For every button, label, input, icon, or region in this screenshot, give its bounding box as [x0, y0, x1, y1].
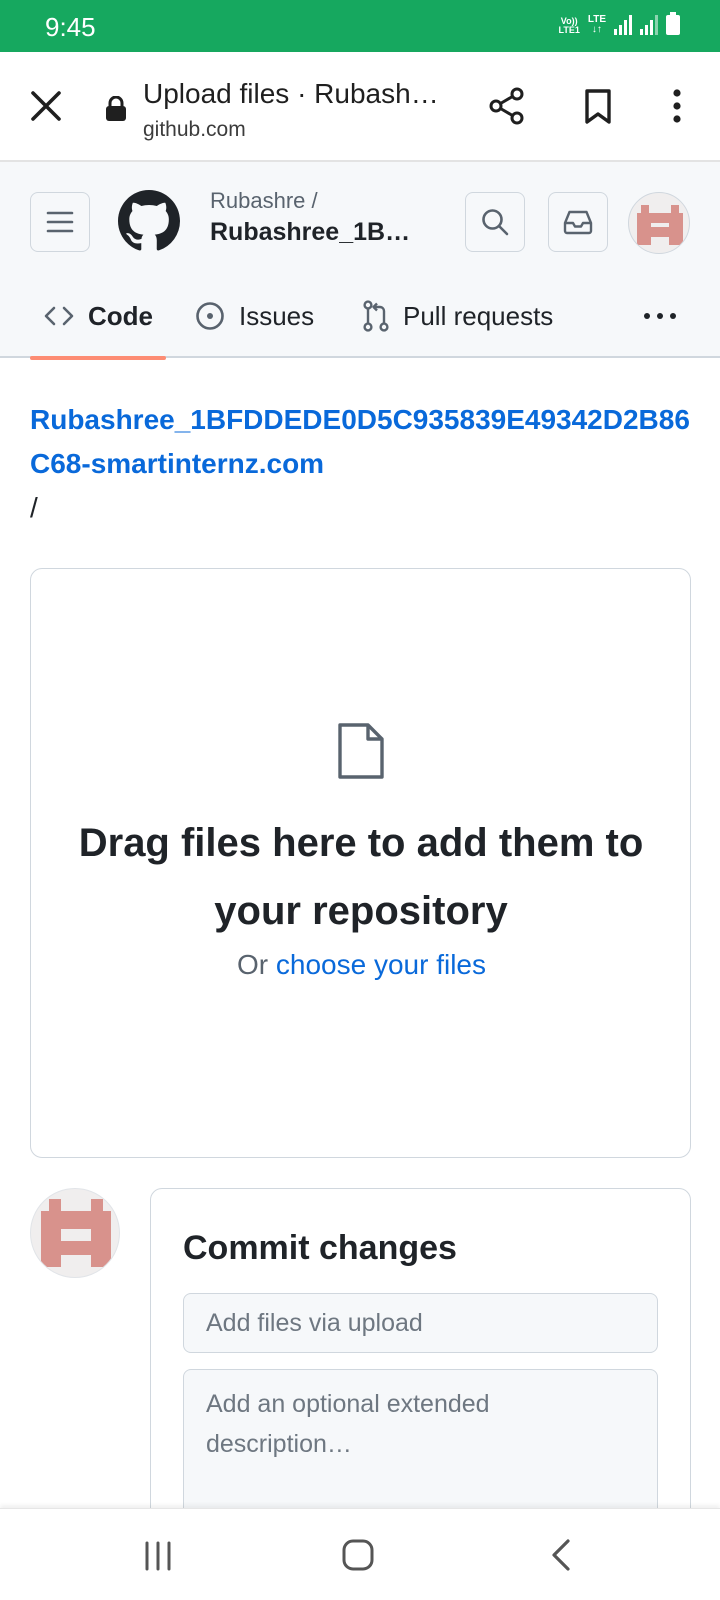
- signal-strength-icon-2: [640, 15, 658, 35]
- github-header: Rubashre / Rubashree_1BFDDEDE0D5C935839E…: [0, 162, 720, 360]
- path-separator: /: [30, 492, 38, 523]
- repo-owner[interactable]: Rubashre /: [210, 188, 318, 214]
- dropzone-prefix: Or: [237, 949, 269, 980]
- back-icon[interactable]: [548, 1537, 574, 1573]
- commit-changes-title: Commit changes: [183, 1229, 457, 1267]
- tab-issues-label: Issues: [239, 300, 315, 331]
- avatar[interactable]: [628, 192, 690, 254]
- status-time: 9:45: [45, 12, 96, 42]
- status-bar: 9:45 Vo)) LTE1 LTE ↓↑: [0, 0, 720, 52]
- home-icon[interactable]: [340, 1537, 376, 1573]
- repo-path-link[interactable]: Rubashree_1BFDDEDE0D5C935839E49342D2B86C…: [30, 398, 695, 486]
- tab-code-label: Code: [88, 300, 153, 331]
- tab-pull-requests[interactable]: Pull requests: [363, 274, 553, 358]
- system-navigation-bar: [0, 1508, 720, 1600]
- recent-apps-icon[interactable]: [140, 1539, 176, 1573]
- search-icon: [482, 209, 509, 236]
- identicon-avatar: [637, 205, 683, 245]
- more-horizontal-icon: [644, 313, 676, 319]
- page-url[interactable]: github.com: [143, 118, 246, 142]
- lte-indicator: LTE ↓↑: [587, 14, 606, 35]
- repo-name[interactable]: Rubashree_1BFDDEDE0D5C935839E49342D2B86C…: [210, 218, 420, 247]
- code-icon: [44, 306, 74, 326]
- file-dropzone[interactable]: Drag files here to add them to your repo…: [30, 568, 691, 1158]
- lock-icon[interactable]: [104, 96, 128, 122]
- tab-pull-requests-label: Pull requests: [403, 300, 554, 331]
- choose-files-link[interactable]: choose your files: [276, 949, 486, 980]
- issue-icon: [196, 302, 224, 330]
- repo-tabs: Code Issues Pull requests: [0, 274, 720, 360]
- more-vertical-icon[interactable]: [656, 85, 698, 127]
- file-icon: [338, 723, 384, 779]
- volte-indicator: Vo)) LTE1: [558, 16, 580, 35]
- tab-issues[interactable]: Issues: [195, 274, 314, 358]
- dropzone-heading: Drag files here to add them to your repo…: [78, 821, 644, 933]
- menu-button[interactable]: [30, 192, 90, 252]
- identicon-avatar: [41, 1199, 111, 1267]
- dropzone-subtext: Or choose your files: [31, 949, 692, 981]
- commit-author-avatar[interactable]: [30, 1188, 120, 1278]
- bookmark-icon[interactable]: [577, 85, 619, 127]
- inbox-icon: [563, 210, 593, 235]
- inbox-button[interactable]: [548, 192, 608, 252]
- pull-request-icon: [363, 300, 389, 332]
- battery-icon: [666, 12, 680, 35]
- tab-code[interactable]: Code: [30, 274, 166, 360]
- browser-toolbar: Upload files · Rubashree_1BFDDEDE0D5C935…: [0, 52, 720, 162]
- search-button[interactable]: [465, 192, 525, 252]
- github-logo-icon[interactable]: [118, 190, 180, 252]
- signal-strength-icon: [614, 15, 632, 35]
- share-icon[interactable]: [486, 85, 528, 127]
- menu-icon: [46, 211, 74, 233]
- commit-changes-panel: Commit changes: [150, 1188, 691, 1539]
- page-title[interactable]: Upload files · Rubashree_1BFDDEDE0D5C935…: [143, 78, 443, 110]
- more-tabs-button[interactable]: [636, 298, 684, 334]
- system-icons: Vo)) LTE1 LTE ↓↑: [558, 12, 680, 35]
- commit-message-input[interactable]: [183, 1293, 658, 1353]
- close-icon[interactable]: [25, 85, 67, 127]
